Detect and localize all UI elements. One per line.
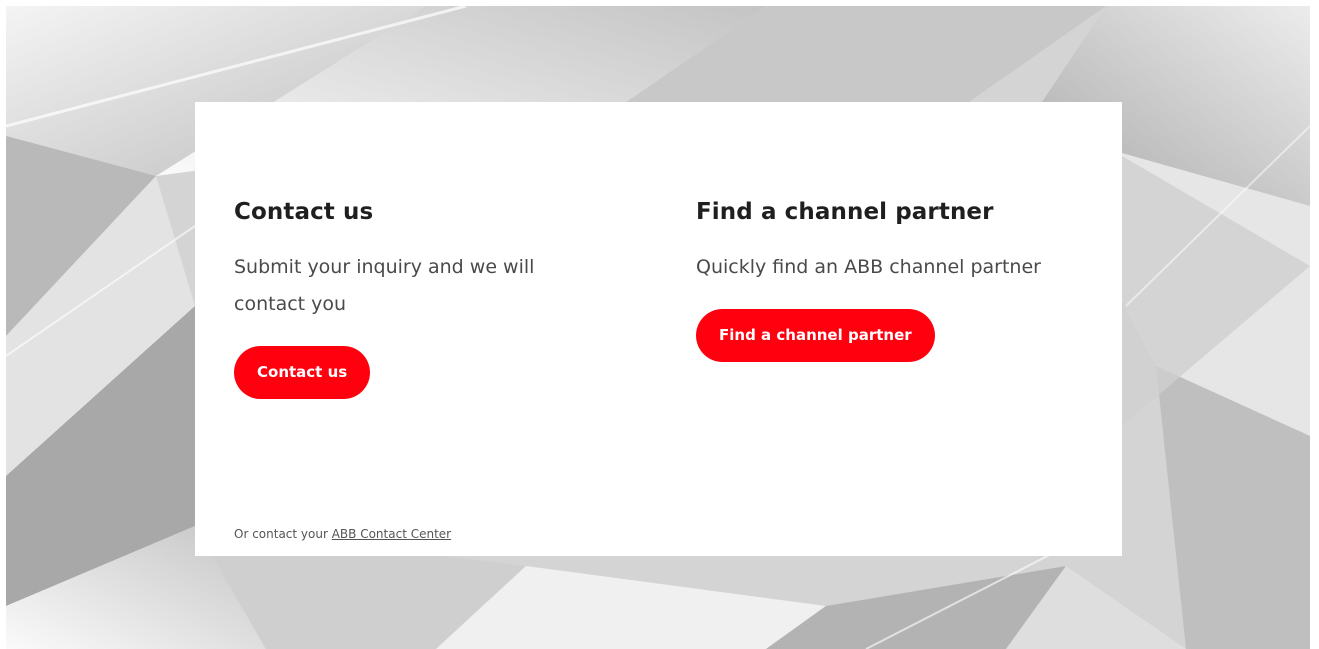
contact-us-button[interactable]: Contact us (234, 346, 371, 399)
contact-center-prefix: Or contact your (234, 527, 332, 541)
contact-us-description: Submit your inquiry and we will contact … (234, 256, 535, 315)
contact-card: Contact us Submit your inquiry and we wi… (195, 102, 1122, 556)
background-panel: Contact us Submit your inquiry and we wi… (6, 6, 1310, 649)
contact-us-heading: Contact us (234, 199, 374, 225)
channel-partner-description: Quickly find an ABB channel partner (696, 256, 1041, 278)
contact-us-section: Contact us Submit your inquiry and we wi… (234, 197, 614, 399)
contact-center-link[interactable]: ABB Contact Center (332, 527, 451, 541)
find-channel-partner-button[interactable]: Find a channel partner (696, 309, 935, 362)
channel-partner-section: Find a channel partner Quickly find an A… (696, 197, 1076, 362)
contact-center-note: Or contact your ABB Contact Center (234, 527, 451, 541)
channel-partner-heading: Find a channel partner (696, 199, 994, 225)
